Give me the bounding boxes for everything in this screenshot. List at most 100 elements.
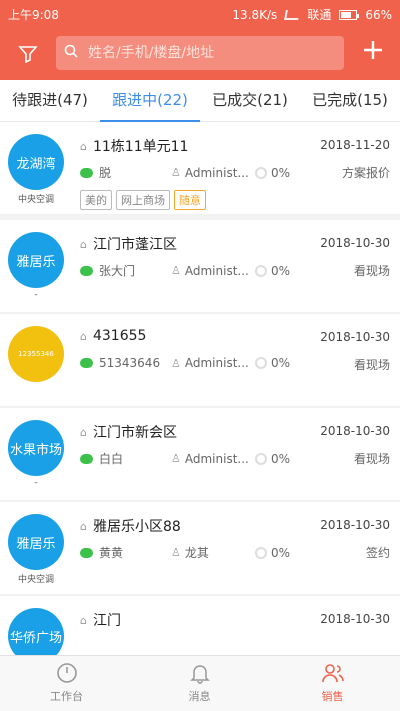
avatar: 雅居乐 [8,232,64,288]
contact-name: 脱 [99,166,112,180]
avatar-subtitle: 中央空调 [17,195,54,205]
wechat-icon [80,358,93,368]
house-icon: ⌂ [80,519,87,533]
contact-name: 张大门 [99,264,136,278]
bottom-nav: 工作台 消息 销售 [0,655,400,711]
owner-name: 龙其 [184,546,209,560]
avatar-subtitle: - [34,290,38,300]
nav-messages[interactable]: 消息 [133,656,266,711]
progress-ring-icon [255,452,267,465]
battery-icon [339,9,360,20]
add-button[interactable] [358,36,388,70]
house-icon: ⌂ [80,237,87,251]
date: 2018-10-30 [320,236,390,250]
stage: 看现场 [353,264,390,278]
battery-level: 66% [365,7,392,22]
users-icon [321,662,345,686]
tag: 美的 [80,190,112,210]
tag: 随意 [174,190,206,210]
stage: 方案报价 [341,166,390,180]
tag-list: 美的 网上商场 随意 [80,190,206,210]
list-item[interactable]: 雅居乐 - ⌂ 江门市蓬江区 2018-10-30 张大门 ♙ Administ..… [0,220,400,312]
address: 雅居乐小区88 [92,519,181,535]
wechat-icon [80,453,93,464]
carrier: 联通 [307,8,332,22]
search-input[interactable] [88,45,328,61]
progress-percent: 0% [271,263,291,278]
owner-name: Administ... [184,263,249,278]
wechat-icon [80,167,93,178]
filter-icon [18,46,38,64]
status-bar: 上午9:08 13.8K/s 联通 66% [0,0,400,28]
progress-percent: 0% [271,451,291,466]
address: 431655 [92,328,147,344]
address: 11栋11单元11 [92,139,189,155]
house-icon: ⌂ [80,613,87,627]
address: 江门市新会区 [92,425,177,441]
list-item[interactable]: 12355346 ⌂ 431655 2018-10-30 51343646 ♙ Ad… [0,314,400,406]
person-icon: ♙ [171,546,181,559]
house-icon: ⌂ [80,139,87,153]
avatar: 水果市场 [8,420,64,476]
person-icon: ♙ [171,356,181,370]
contact-name: 白白 [99,452,124,466]
tab-closed[interactable]: 已成交(21) [200,80,300,121]
nav-label: 消息 [188,690,211,703]
plus-icon [364,41,382,59]
list-item[interactable]: 华侨广场 ⌂ 江门 2018-10-30 [0,596,400,655]
date: 2018-10-30 [320,612,390,626]
person-icon: ♙ [171,452,181,465]
status-tabs: 待跟进(47) 跟进中(22) 已成交(21) 已完成(15) [0,80,400,122]
address: 江门 [92,613,121,629]
date: 2018-10-30 [320,518,390,532]
avatar-subtitle: 中央空调 [17,575,54,585]
contact-name: 51343646 [99,356,161,370]
stage: 签约 [365,546,390,560]
avatar-subtitle: - [34,478,38,488]
nav-label: 工作台 [50,690,83,703]
avatar: 华侨广场 [8,608,64,655]
stage: 看现场 [353,452,390,466]
contact-name: 黄黄 [99,546,124,560]
house-icon: ⌂ [80,329,87,343]
owner-name: Administ... [184,356,249,370]
house-icon: ⌂ [80,425,87,439]
wifi-icon [284,9,301,20]
avatar: 雅居乐 [8,514,64,570]
filter-button[interactable] [14,40,42,68]
nav-sales[interactable]: 销售 [266,656,399,711]
network-speed: 13.8K/s [232,7,278,22]
nav-label: 销售 [321,690,344,703]
progress-ring-icon [255,264,267,277]
list-item[interactable]: 龙湖湾 中央空调 ⌂ 11栋11单元11 2018-11-20 脱 ♙ Admini… [0,122,400,214]
top-bar: 上午9:08 13.8K/s 联通 66% [0,0,400,80]
date: 2018-10-30 [320,330,390,344]
dashboard-icon [55,662,79,686]
bell-icon [188,662,212,686]
progress-percent: 0% [271,165,291,180]
wechat-icon [80,265,93,276]
owner-name: Administ... [184,165,249,180]
progress-ring-icon [255,357,267,369]
nav-workbench[interactable]: 工作台 [0,656,133,711]
tab-following[interactable]: 跟进中(22) [100,80,200,122]
tab-completed[interactable]: 已完成(15) [300,80,400,121]
avatar: 龙湖湾 [8,134,64,190]
tab-pending[interactable]: 待跟进(47) [0,80,100,121]
wechat-icon [80,547,93,558]
person-icon: ♙ [171,264,181,277]
search-box[interactable] [56,36,344,70]
date: 2018-10-30 [320,424,390,438]
progress-ring-icon [255,546,267,559]
avatar: 12355346 [8,326,64,382]
progress-percent: 0% [271,545,291,560]
person-icon: ♙ [171,166,181,179]
address: 江门市蓬江区 [92,237,177,253]
list-item[interactable]: 水果市场 - ⌂ 江门市新会区 2018-10-30 白白 ♙ Administ..… [0,408,400,500]
tag: 网上商场 [116,190,170,210]
customer-list: 龙湖湾 中央空调 ⌂ 11栋11单元11 2018-11-20 脱 ♙ Admini… [0,122,400,655]
progress-percent: 0% [271,356,291,370]
stage: 看现场 [353,358,390,372]
progress-ring-icon [255,166,267,179]
list-item[interactable]: 雅居乐 中央空调 ⌂ 雅居乐小区88 2018-10-30 黄黄 ♙ 龙其 0% 签… [0,502,400,594]
